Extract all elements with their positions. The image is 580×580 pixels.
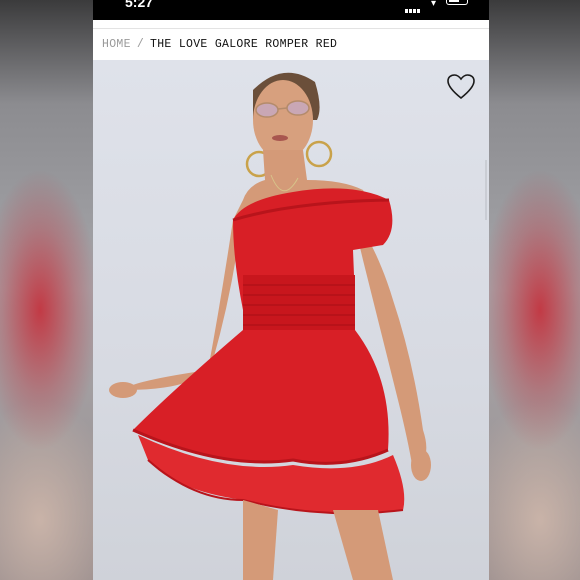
header-strip: [93, 20, 489, 29]
wifi-icon: ▾: [431, 0, 437, 9]
product-image-area: [93, 60, 489, 580]
heart-outline-icon[interactable]: [447, 74, 475, 100]
phone-screen: 5:27 ▾ HOME / THE LOVE GALORE ROMPER RED: [93, 0, 489, 580]
scroll-indicator: [485, 160, 487, 220]
status-bar: 5:27 ▾: [93, 0, 489, 20]
breadcrumb-separator: /: [136, 38, 145, 51]
battery-icon: [446, 0, 468, 5]
breadcrumb: HOME / THE LOVE GALORE ROMPER RED: [93, 29, 489, 60]
status-time: 5:27: [125, 0, 154, 10]
breadcrumb-current: THE LOVE GALORE ROMPER RED: [150, 38, 338, 51]
product-photo[interactable]: [93, 60, 489, 580]
signal-icon: [405, 0, 423, 13]
breadcrumb-home-link[interactable]: HOME: [102, 38, 131, 51]
